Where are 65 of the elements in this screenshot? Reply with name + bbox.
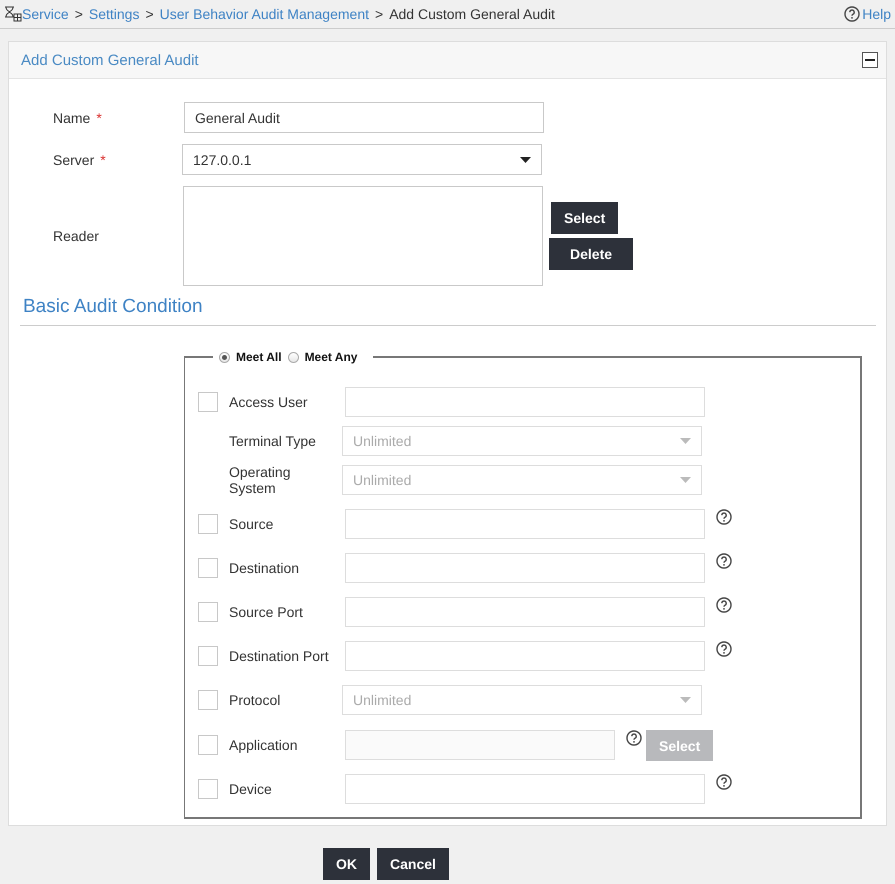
input-field[interactable] [345,641,705,671]
dropdown[interactable]: Unlimited [342,465,702,495]
cancel-button[interactable]: Cancel [377,848,449,880]
ok-button[interactable]: OK [323,848,370,880]
breadcrumb-separator: > [145,6,154,22]
help-icon[interactable] [716,509,732,525]
field-label: Source [229,516,274,532]
field-label: Operating System [229,464,292,496]
checkbox[interactable] [198,558,218,578]
help-icon[interactable] [716,641,732,657]
dropdown[interactable]: Unlimited [342,685,702,715]
radio-label: Meet Any [304,350,358,364]
help-icon[interactable] [716,774,732,790]
checkbox[interactable] [198,779,218,799]
caret-icon [520,156,531,162]
input-field[interactable] [345,553,705,583]
field-label: Destination [229,560,300,576]
collapse-icon[interactable] [862,52,878,68]
help-icon[interactable] [716,597,732,613]
checkbox[interactable] [198,514,218,534]
checkbox[interactable] [198,392,218,412]
name-field[interactable]: General Audit [184,102,544,133]
radio-button[interactable] [288,352,299,362]
field-label: Terminal Type [229,433,316,449]
input-field[interactable] [345,597,705,627]
breadcrumb-separator: > [375,6,384,22]
field-label: Access User [229,394,308,410]
panel-title: Add Custom General Audit [21,52,199,68]
checkbox[interactable] [198,602,218,622]
delete-button[interactable]: Delete [549,238,634,270]
radio-label: Meet All [236,350,282,364]
input-field[interactable] [345,387,705,417]
field-label: Device [229,781,272,797]
required-mark: * [96,110,102,126]
caret-icon [680,697,691,703]
breadcrumb-separator: > [74,6,83,22]
caret-icon [680,477,691,483]
breadcrumb-current: Add Custom General Audit [389,6,555,22]
breadcrumb-link[interactable]: Settings [88,6,140,22]
field-label: Name [53,110,90,126]
input-field[interactable] [345,509,705,539]
reader-list[interactable] [183,186,543,286]
radio-button[interactable] [219,352,230,362]
help-icon[interactable] [716,553,732,569]
breadcrumb-link[interactable]: User Behavior Audit Management [160,6,369,22]
field-label: Protocol [229,692,280,708]
field-label: Source Port [229,604,303,620]
help-link[interactable]: Help [844,6,891,22]
hourglass-icon [4,6,22,22]
field-label: Application [229,736,298,752]
section-title: Basic Audit Condition [23,296,204,318]
field-label: Destination Port [229,648,329,664]
checkbox[interactable] [198,690,218,710]
field-label: Server [53,152,94,168]
field-label: Reader [53,228,99,244]
server-dropdown[interactable]: 127.0.0.1 [182,144,542,175]
input-field[interactable] [345,730,615,760]
dropdown[interactable]: Unlimited [342,426,702,456]
checkbox[interactable] [198,646,218,666]
select-button[interactable]: Select [551,202,618,234]
caret-icon [680,438,691,444]
help-icon[interactable] [844,6,860,22]
breadcrumb-link[interactable]: Service [22,6,69,22]
input-field[interactable] [345,774,705,804]
required-mark: * [100,152,106,168]
